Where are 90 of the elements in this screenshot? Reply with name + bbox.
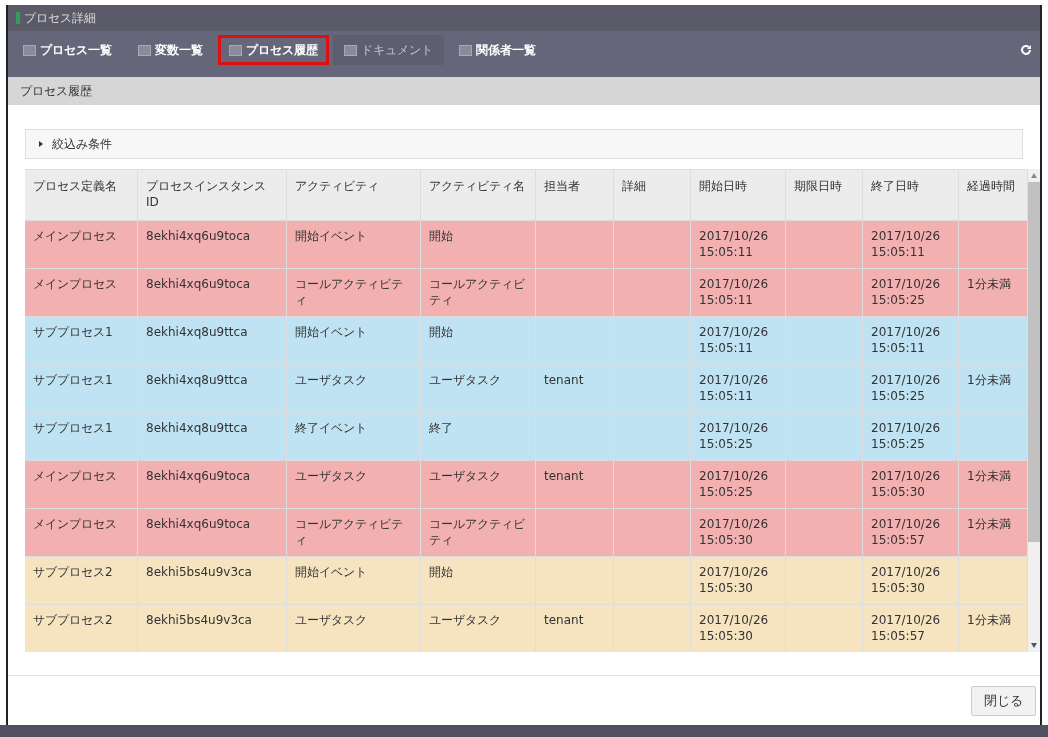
table-cell: 2017/10/26 15:05:11 [699,373,769,403]
table-cell: 8ekhi4xq6u9toca [146,229,251,243]
table-cell: 2017/10/26 15:05:30 [699,613,769,643]
table-cell: tenant [544,613,584,627]
table-cell: 2017/10/26 15:05:30 [699,565,769,595]
table-cell: 1分未満 [967,517,1011,531]
table-cell: メインプロセス [33,517,117,531]
table-cell: 8ekhi4xq8u9ttca [146,421,248,435]
table-row[interactable]: サブプロセス1 8ekhi4xq8u9ttca 開始イベント 開始 2017/10/26 15:05:11 2017/10/26 15:05:11 [25,316,1028,364]
table-cell: tenant [544,469,584,483]
table-cell: 8ekhi4xq6u9toca [146,517,251,531]
refresh-icon[interactable] [1020,44,1032,56]
table-cell: 1分未満 [967,373,1011,387]
table-cell: 8ekhi5bs4u9v3ca [146,613,252,627]
list-icon [344,44,357,56]
table-cell: 終了 [429,421,453,435]
caret-icon [38,141,44,147]
table-cell: サブプロセス2 [33,613,113,627]
table-cell: メインプロセス [33,469,117,483]
table-cell: コールアクティビティ [429,517,525,547]
table-cell: 1分未満 [967,277,1011,291]
table-row[interactable]: メインプロセス 8ekhi4xq6u9toca コールアクティビティ コールアクティビティ 2017/10/26 15:05:30 2017/10/26 15:05:57 1分未満 [25,508,1028,556]
table-cell: 2017/10/26 15:05:11 [699,325,769,355]
close-button[interactable]: 閉じる [971,685,1036,716]
table-cell: 8ekhi5bs4u9v3ca [146,565,252,579]
table-row[interactable]: メインプロセス 8ekhi4xq6u9toca 開始イベント 開始 2017/10/26 15:05:11 2017/10/26 15:05:11 [25,220,1028,268]
tab[interactable]: 変数一覧 [127,35,214,65]
table-row[interactable]: サブプロセス1 8ekhi4xq8u9ttca 終了イベント 終了 2017/10/26 15:05:25 2017/10/26 15:05:25 [25,412,1028,460]
tab[interactable]: 関係者一覧 [448,35,547,65]
tab[interactable]: プロセス一覧 [12,35,123,65]
table-cell: コールアクティビティ [429,277,525,307]
table-cell: 2017/10/26 15:05:57 [871,517,941,547]
table-cell: 1分未満 [967,469,1011,483]
list-icon [23,44,36,56]
table-cell: 開始 [429,325,453,339]
table-cell: 2017/10/26 15:05:30 [871,469,941,499]
table-cell: 8ekhi4xq8u9ttca [146,325,248,339]
table-cell: 2017/10/26 15:05:25 [699,421,769,451]
table-cell: 8ekhi4xq6u9toca [146,469,251,483]
table-cell: サブプロセス1 [33,325,113,339]
table-cell: 2017/10/26 15:05:11 [699,229,769,259]
table-cell: 2017/10/26 15:05:25 [871,373,941,403]
table-cell: サブプロセス1 [33,373,113,387]
table-cell: ユーザタスク [429,469,501,483]
table-cell: サブプロセス1 [33,421,113,435]
table-cell: ユーザタスク [429,373,501,387]
table-cell: コールアクティビティ [295,277,403,307]
table-cell: 2017/10/26 15:05:25 [699,469,769,499]
table-cell: 1分未満 [967,613,1011,627]
table-row[interactable]: サブプロセス2 8ekhi5bs4u9v3ca 開始イベント 開始 2017/10/26 15:05:30 2017/10/26 15:05:30 [25,556,1028,604]
table-cell: メインプロセス [33,229,117,243]
table-cell: ユーザタスク [429,613,501,627]
table-cell: 2017/10/26 15:05:57 [871,613,941,643]
table-cell: 開始イベント [295,325,367,339]
table-cell: 開始イベント [295,565,367,579]
table-cell: 2017/10/26 15:05:25 [871,277,941,307]
table-cell: 8ekhi4xq8u9ttca [146,373,248,387]
table-cell: 2017/10/26 15:05:25 [871,421,941,451]
table-cell: 8ekhi4xq6u9toca [146,277,251,291]
table-cell: ユーザタスク [295,613,367,627]
table-cell: ユーザタスク [295,373,367,387]
table-cell: サブプロセス2 [33,565,113,579]
window-title: プロセス詳細 [24,10,96,27]
table-cell: 開始 [429,565,453,579]
table-cell: 2017/10/26 15:05:30 [699,517,769,547]
tab[interactable]: プロセス履歴 [218,35,329,65]
table-cell: 開始 [429,229,453,243]
table-row[interactable]: サブプロセス2 8ekhi5bs4u9v3ca ユーザタスク ユーザタスク tenant 2017/10/26 15:05:30 2017/10/26 15:05:57 1分未満 [25,604,1028,652]
table-cell: 2017/10/26 15:05:11 [699,277,769,307]
table-cell: 開始イベント [295,229,367,243]
section-header: プロセス履歴 [8,77,1040,105]
list-icon [459,44,472,56]
scroll-up-icon[interactable] [1031,173,1037,178]
table-cell: コールアクティビティ [295,517,403,547]
status-icon [16,12,20,24]
table-cell: ユーザタスク [295,469,367,483]
scrollbar[interactable] [1028,169,1040,652]
list-icon [138,44,151,56]
table-row[interactable]: サブプロセス1 8ekhi4xq8u9ttca ユーザタスク ユーザタスク tenant 2017/10/26 15:05:11 2017/10/26 15:05:25 1分未満 [25,364,1028,412]
table-cell: メインプロセス [33,277,117,291]
table-cell: 2017/10/26 15:05:30 [871,565,941,595]
scroll-down-icon[interactable] [1031,643,1037,648]
table-cell: 2017/10/26 15:05:11 [871,325,941,355]
list-icon [229,44,242,56]
table-row[interactable]: メインプロセス 8ekhi4xq6u9toca ユーザタスク ユーザタスク tenant 2017/10/26 15:05:25 2017/10/26 15:05:30 1分未満 [25,460,1028,508]
table-cell: 2017/10/26 15:05:11 [871,229,941,259]
table-cell: 終了イベント [295,421,367,435]
table-row[interactable]: メインプロセス 8ekhi4xq6u9toca コールアクティビティ コールアクティビティ 2017/10/26 15:05:11 2017/10/26 15:05:25 1分未満 [25,268,1028,316]
table-cell: tenant [544,373,584,387]
filter-toggle[interactable]: 絞込み条件 [25,129,1023,159]
